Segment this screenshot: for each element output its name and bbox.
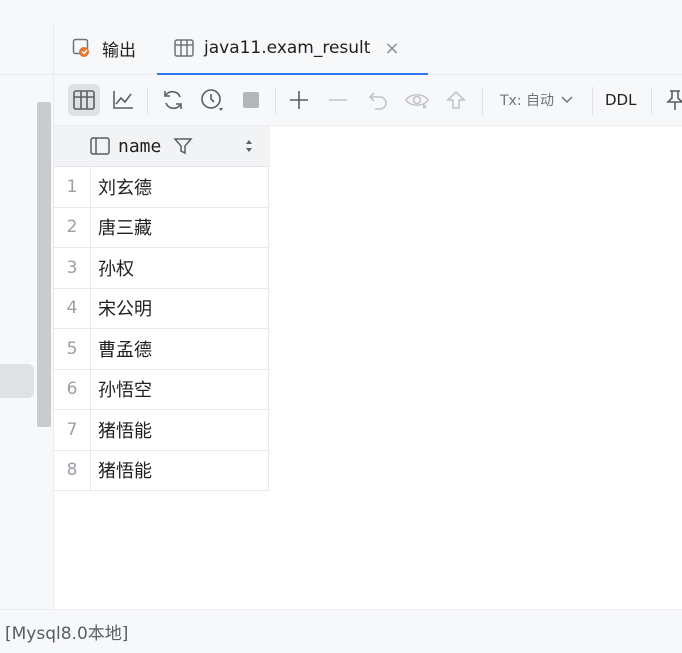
row-number: 3 [66, 258, 78, 278]
transaction-mode-label: Tx: 自动 [500, 93, 555, 109]
tab-output[interactable]: 输出 [72, 22, 136, 74]
grid-header: name [54, 126, 270, 167]
pin-icon[interactable] [658, 84, 682, 116]
table-row[interactable]: 2 唐三藏 [54, 207, 270, 248]
editor-tab-bar: 输出 java11.exam_result × [54, 22, 682, 75]
tab-output-label: 输出 [102, 40, 136, 61]
column-header-name[interactable]: name [90, 126, 270, 166]
left-sidebar [0, 22, 54, 609]
row-number: 4 [66, 298, 78, 318]
transaction-mode-dropdown[interactable]: Tx: 自动 [500, 84, 574, 116]
name-cell[interactable]: 唐三藏 [90, 207, 269, 247]
table-row[interactable]: 8 猪悟能 [54, 450, 270, 491]
preview-icon[interactable] [401, 84, 433, 116]
table-row[interactable]: 3 孙权 [54, 248, 270, 289]
revert-icon[interactable] [362, 84, 394, 116]
row-number: 2 [66, 217, 78, 237]
output-icon [72, 38, 92, 58]
toolbar-separator [651, 87, 652, 115]
column-icon [90, 137, 110, 155]
stop-icon[interactable] [235, 84, 267, 116]
table-icon [174, 39, 194, 57]
row-number: 6 [66, 379, 78, 399]
name-cell[interactable]: 宋公明 [90, 288, 269, 328]
chart-icon[interactable] [107, 84, 139, 116]
row-number: 7 [66, 420, 78, 440]
refresh-icon[interactable] [157, 84, 189, 116]
submit-icon[interactable] [440, 84, 472, 116]
sidebar-selected-item[interactable] [0, 364, 34, 398]
toolbar-separator [147, 87, 148, 115]
close-icon[interactable]: × [384, 38, 399, 59]
tab-exam-result-label: java11.exam_result [204, 38, 371, 58]
name-cell[interactable]: 刘玄德 [90, 167, 269, 207]
table-row[interactable]: 7 猪悟能 [54, 410, 270, 451]
tab-exam-result[interactable]: java11.exam_result × [157, 22, 428, 75]
sidebar-divider [0, 74, 53, 75]
window-top-strip [0, 0, 682, 23]
datasource-label: [Mysql8.0本地] [5, 624, 129, 644]
toolbar-separator [592, 87, 593, 115]
name-cell[interactable]: 猪悟能 [90, 450, 269, 490]
status-bar: [Mysql8.0本地] [0, 609, 682, 653]
sidebar-scrollbar[interactable] [37, 102, 51, 427]
toolbar-separator [275, 87, 276, 115]
toolbar-separator [482, 87, 483, 115]
add-row-icon[interactable] [283, 84, 315, 116]
ddl-button[interactable]: DDL [605, 84, 636, 116]
table-view-icon[interactable] [68, 84, 100, 116]
sort-icon[interactable] [244, 138, 254, 154]
name-cell[interactable]: 曹孟德 [90, 329, 269, 369]
history-icon[interactable] [196, 84, 228, 116]
name-cell[interactable]: 孙悟空 [90, 369, 269, 409]
table-row[interactable]: 4 宋公明 [54, 288, 270, 329]
row-number: 1 [66, 177, 78, 197]
table-row[interactable]: 6 孙悟空 [54, 369, 270, 410]
row-number: 5 [66, 339, 78, 359]
filter-icon[interactable] [173, 136, 193, 156]
row-number: 8 [66, 460, 78, 480]
result-toolbar: Tx: 自动 DDL [54, 75, 682, 126]
table-row[interactable]: 5 曹孟德 [54, 329, 270, 370]
column-header-label: name [118, 135, 162, 157]
name-cell[interactable]: 猪悟能 [90, 410, 269, 450]
table-row[interactable]: 1 刘玄德 [54, 167, 270, 208]
name-cell[interactable]: 孙权 [90, 248, 269, 288]
delete-row-icon[interactable] [322, 84, 354, 116]
chevron-down-icon [560, 95, 574, 105]
